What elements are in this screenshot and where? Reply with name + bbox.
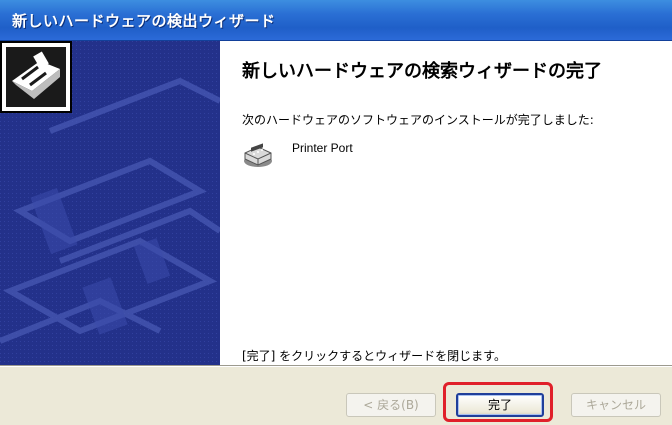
title-bar[interactable]: 新しいハードウェアの検出ウィザード <box>0 0 672 41</box>
wizard-window: 新しいハードウェアの検出ウィザード 新しいハードウェアの検索ウィザードの完了 次… <box>0 0 672 425</box>
finish-button[interactable]: 完了 <box>456 393 544 417</box>
completion-message: 次のハードウェアのソフトウェアのインストールが完了しました: <box>242 113 594 127</box>
hardware-wizard-icon <box>0 41 72 113</box>
printer-port-icon <box>244 143 272 167</box>
wizard-content: 新しいハードウェアの検索ウィザードの完了 次のハードウェアのソフトウェアのインス… <box>220 41 672 365</box>
wizard-side-panel <box>0 41 220 365</box>
window-title: 新しいハードウェアの検出ウィザード <box>12 12 276 30</box>
page-title: 新しいハードウェアの検索ウィザードの完了 <box>242 61 602 82</box>
device-name: Printer Port <box>292 141 353 155</box>
back-button[interactable]: < 戻る(B) <box>346 393 436 417</box>
cancel-button[interactable]: キャンセル <box>571 393 661 417</box>
close-instruction: [完了] をクリックするとウィザードを閉じます。 <box>242 349 506 363</box>
button-bar: < 戻る(B) 完了 キャンセル <box>0 367 672 425</box>
